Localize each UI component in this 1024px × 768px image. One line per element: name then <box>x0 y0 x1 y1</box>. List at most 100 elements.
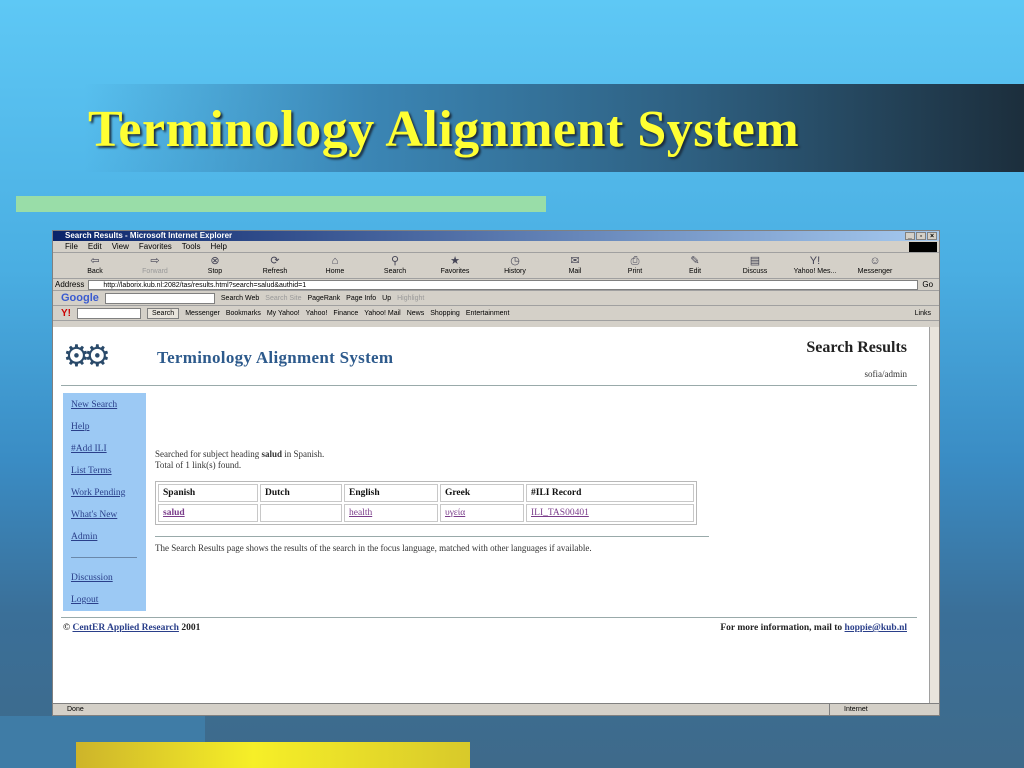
google-logo[interactable]: Google <box>61 292 99 304</box>
yahoo-messenger-icon: Y! <box>809 255 821 267</box>
menu-view[interactable]: View <box>112 241 129 252</box>
forward-button[interactable]: ⇨ Forward <box>125 255 185 276</box>
messenger-button[interactable]: ☺ Messenger <box>845 255 905 276</box>
page-description: The Search Results page shows the result… <box>155 543 592 553</box>
browser-window: Search Results - Microsoft Internet Expl… <box>52 230 940 716</box>
stop-button[interactable]: ⊗ Stop <box>185 255 245 276</box>
table-row: salud health υγεία ILI_TAS00401 <box>158 504 694 522</box>
address-bar: Address http://laborix.kub.nl:2082/tas/r… <box>53 279 939 291</box>
history-icon: ◷ <box>510 255 520 267</box>
address-input[interactable]: http://laborix.kub.nl:2082/tas/results.h… <box>88 279 919 290</box>
footer-copyright: © CentER Applied Research 2001 <box>63 623 201 633</box>
edit-button[interactable]: ✎ Edit <box>665 255 725 276</box>
mail-icon: ✉ <box>570 255 580 267</box>
app-title: Terminology Alignment System <box>157 348 394 367</box>
yahoo-search-button[interactable]: Search <box>147 307 180 319</box>
yahoo-logo-icon[interactable]: Y! <box>61 308 71 319</box>
nav-divider <box>71 557 137 558</box>
yahoo-link[interactable]: Yahoo! <box>306 310 328 317</box>
yahoo-mail-link[interactable]: Yahoo! Mail <box>364 310 400 317</box>
menu-favorites[interactable]: Favorites <box>139 241 172 252</box>
nav-help[interactable]: Help <box>71 421 146 443</box>
nav-admin[interactable]: Admin <box>71 531 146 553</box>
nav-new-search[interactable]: New Search <box>71 399 146 421</box>
search-button[interactable]: ⚲ Search <box>365 255 425 276</box>
google-search-site[interactable]: Search Site <box>265 295 301 302</box>
history-button[interactable]: ◷ History <box>485 255 545 276</box>
menu-tools[interactable]: Tools <box>182 241 201 252</box>
nav-list-terms[interactable]: List Terms <box>71 465 146 487</box>
total-found: Total of 1 link(s) found. <box>155 460 242 470</box>
menu-file[interactable]: File <box>65 241 78 252</box>
nav-logout[interactable]: Logout <box>71 594 146 616</box>
page-heading: Search Results <box>806 339 907 356</box>
back-button[interactable]: ⇦ Back <box>65 255 125 276</box>
favorites-button[interactable]: ★ Favorites <box>425 255 485 276</box>
maximize-icon[interactable]: ▫ <box>916 232 926 240</box>
entertainment-link[interactable]: Entertainment <box>466 310 510 317</box>
nav-add-ili[interactable]: #Add ILI <box>71 443 146 465</box>
slide-title: Terminology Alignment System <box>88 101 800 158</box>
footer-org-link[interactable]: CentER Applied Research <box>72 623 178 633</box>
favorites-icon: ★ <box>450 255 460 267</box>
col-ili-record: #ILI Record <box>526 484 694 502</box>
status-text: Done <box>67 706 84 713</box>
menu-edit[interactable]: Edit <box>88 241 102 252</box>
refresh-icon: ⟳ <box>270 255 280 267</box>
yahoo-search-input[interactable] <box>77 307 141 319</box>
home-icon: ⌂ <box>331 255 339 267</box>
toolbar: ⇦ Back ⇨ Forward ⊗ Stop ⟳ Refresh ⌂ Home ⚲ Sea… <box>53 253 939 279</box>
back-icon: ⇦ <box>90 255 100 267</box>
my-yahoo-link[interactable]: My Yahoo! <box>267 310 300 317</box>
link-spanish-term[interactable]: salud <box>163 508 185 518</box>
cell-dutch <box>260 504 342 522</box>
windows-flag-icon <box>909 242 937 252</box>
home-button[interactable]: ⌂ Home <box>305 255 365 276</box>
divider <box>61 385 917 386</box>
yahoo-messenger-button[interactable]: Y! Yahoo! Mes... <box>785 255 845 276</box>
user-id: sofia/admin <box>864 369 908 379</box>
go-button[interactable]: Go <box>922 280 933 289</box>
table-header-row: Spanish Dutch English Greek #ILI Record <box>158 484 694 502</box>
up-button[interactable]: Up <box>382 295 391 302</box>
nav-work-pending[interactable]: Work Pending <box>71 487 146 509</box>
news-link[interactable]: News <box>407 310 425 317</box>
edit-icon: ✎ <box>690 255 700 267</box>
footer-contact: For more information, mail to hoppie@kub… <box>720 623 907 633</box>
footer-email-link[interactable]: hoppie@kub.nl <box>845 623 907 633</box>
highlight-button[interactable]: Highlight <box>397 295 424 302</box>
col-dutch: Dutch <box>260 484 342 502</box>
menu-help[interactable]: Help <box>210 241 226 252</box>
link-greek-term[interactable]: υγεία <box>445 508 465 518</box>
google-toolbar: Google Search Web Search Site PageRank P… <box>53 291 939 306</box>
yahoo-messenger-link[interactable]: Messenger <box>185 310 220 317</box>
minimize-icon[interactable]: _ <box>905 232 915 240</box>
google-search-input[interactable] <box>104 292 215 304</box>
discuss-button[interactable]: ▤ Discuss <box>725 255 785 276</box>
refresh-button[interactable]: ⟳ Refresh <box>245 255 305 276</box>
nav-discussion[interactable]: Discussion <box>71 572 146 594</box>
mail-button[interactable]: ✉ Mail <box>545 255 605 276</box>
vertical-scrollbar[interactable] <box>929 327 939 705</box>
close-icon[interactable]: × <box>927 232 937 240</box>
link-ili-record[interactable]: ILI_TAS00401 <box>531 508 589 518</box>
divider <box>155 536 709 537</box>
forward-icon: ⇨ <box>150 255 160 267</box>
stop-icon: ⊗ <box>210 255 220 267</box>
status-bar: Done Internet <box>53 703 939 715</box>
window-title: Search Results - Microsoft Internet Expl… <box>65 231 233 240</box>
page-info-button[interactable]: Page Info <box>346 295 376 302</box>
page-content: ⚙⚙ Terminology Alignment System Search R… <box>53 327 931 705</box>
links-button[interactable]: Links <box>915 310 931 317</box>
yahoo-bookmarks-link[interactable]: Bookmarks <box>226 310 261 317</box>
col-greek: Greek <box>440 484 524 502</box>
google-search-web[interactable]: Search Web <box>221 295 259 302</box>
menubar: File Edit View Favorites Tools Help <box>53 241 939 253</box>
search-term: salud <box>261 449 282 459</box>
link-english-term[interactable]: health <box>349 508 372 518</box>
nav-whats-new[interactable]: What's New <box>71 509 146 531</box>
print-button[interactable]: ⎙ Print <box>605 255 665 276</box>
shopping-link[interactable]: Shopping <box>430 310 460 317</box>
finance-link[interactable]: Finance <box>333 310 358 317</box>
pagerank-label: PageRank <box>307 294 341 302</box>
